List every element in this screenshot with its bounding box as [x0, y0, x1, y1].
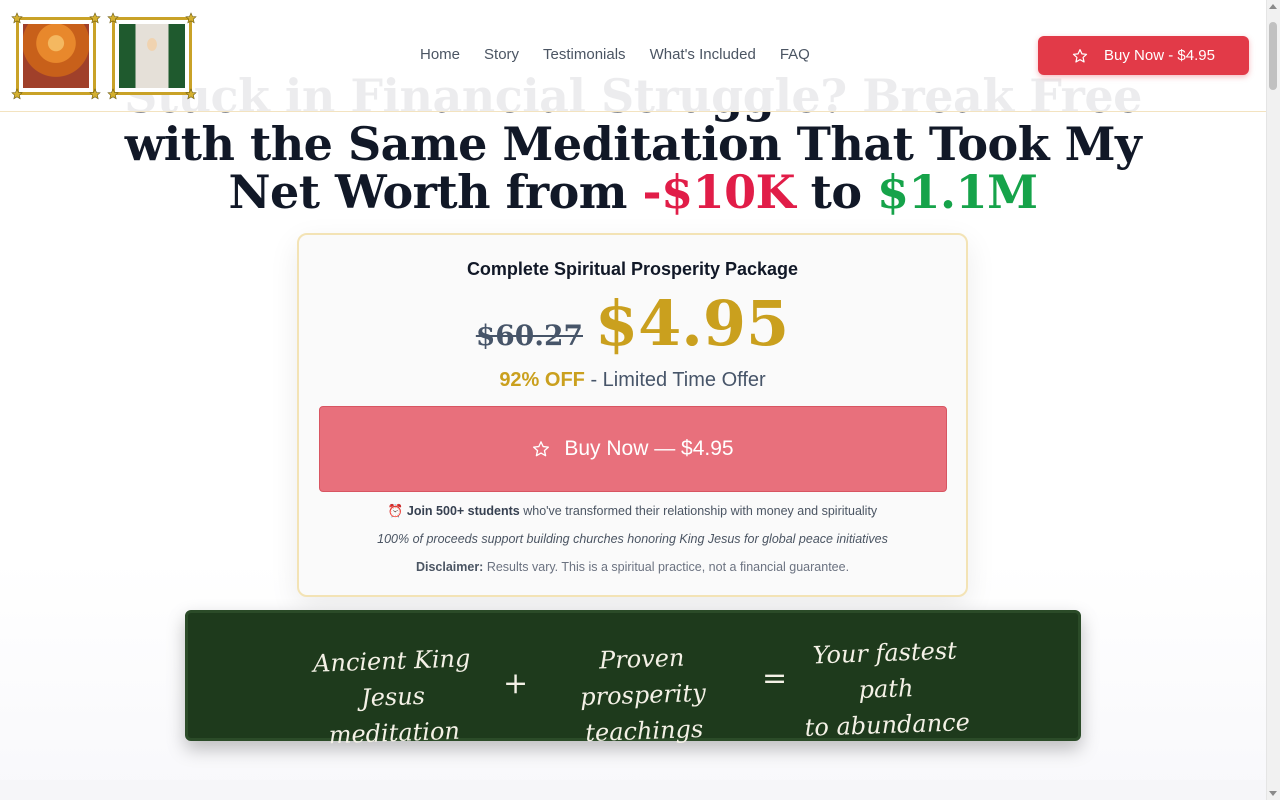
chalkboard-equation: Ancient King Jesus meditation + Proven p… [185, 610, 1081, 749]
header-buy-label: Buy Now - $4.95 [1104, 47, 1215, 64]
package-title: Complete Spiritual Prosperity Package [466, 259, 799, 279]
page-scrollbar[interactable] [1266, 0, 1280, 800]
disclaimer-text: Results vary. This is a spiritual practi… [483, 560, 850, 574]
scroll-down-icon[interactable] [1269, 791, 1277, 796]
star-icon [107, 88, 119, 100]
pricing-card: Complete Spiritual Prosperity Package $6… [297, 233, 968, 597]
star-icon [533, 441, 550, 457]
star-icon [1072, 48, 1088, 63]
headline-to-value: $1.1M [877, 165, 1038, 219]
disclaimer-label: Disclaimer: [415, 560, 484, 574]
price-row: $60.27 $4.95 [299, 287, 966, 360]
sale-price: $4.95 [595, 287, 790, 360]
nav-whats-included[interactable]: What's Included [650, 46, 756, 66]
star-icon [185, 88, 197, 100]
chalk-term-1: Ancient King Jesus meditation [291, 640, 495, 755]
students-count: Join 500+ students [406, 504, 520, 518]
scrollbar-thumb[interactable] [1269, 22, 1277, 90]
star-icon [89, 12, 101, 24]
portrait-jesus-statue [107, 12, 197, 100]
chalk-term-1-line-1: Ancient King Jesus [312, 644, 471, 713]
headline-from-value: -$10K [642, 165, 796, 219]
card-buy-label: Buy Now — $4.95 [564, 437, 734, 460]
next-section-edge [0, 780, 1266, 800]
star-icon [89, 88, 101, 100]
site-header: Home Story Testimonials What's Included … [0, 0, 1266, 112]
chalk-result-line-2: to abundance [804, 708, 971, 742]
nav-home[interactable]: Home [420, 46, 460, 66]
star-icon [11, 12, 23, 24]
star-icon [185, 12, 197, 24]
portrait-image-2 [119, 24, 185, 88]
chalk-term-1-line-2: meditation [328, 716, 461, 750]
original-price: $60.27 [475, 319, 583, 352]
students-note: ⏰ Join 500+ students who've transformed … [299, 504, 966, 519]
chalk-plus: + [503, 666, 529, 701]
discount-suffix: - Limited Time Offer [584, 369, 766, 391]
header-buy-button[interactable]: Buy Now - $4.95 [1038, 36, 1249, 75]
disclaimer: Disclaimer: Results vary. This is a spir… [299, 560, 966, 574]
discount-line: 92% OFF - Limited Time Offer [299, 369, 966, 392]
nav-story[interactable]: Story [484, 46, 519, 66]
students-text: who've transformed their relationship wi… [519, 504, 878, 518]
star-icon [11, 88, 23, 100]
card-buy-button[interactable]: Buy Now — $4.95 [319, 406, 947, 492]
chalk-equals: = [762, 661, 788, 696]
star-icon [107, 12, 119, 24]
main-nav: Home Story Testimonials What's Included … [420, 46, 810, 66]
portrait-image-1 [23, 24, 89, 88]
chalk-result-line-1: Your fastest path [812, 636, 958, 704]
headline-to-word: to [795, 165, 878, 219]
nav-testimonials[interactable]: Testimonials [543, 46, 626, 66]
chalk-term-2: Proven prosperity teachings [531, 637, 755, 753]
portrait-meditating-figure [11, 12, 101, 100]
headline-prefix: Net Worth from [228, 165, 643, 219]
scroll-up-icon[interactable] [1269, 4, 1277, 9]
nav-faq[interactable]: FAQ [780, 46, 810, 66]
proceeds-note: 100% of proceeds support building church… [377, 532, 888, 546]
headline-line-2: with the Same Meditation That Took My [124, 117, 1142, 171]
chalk-term-2-line-2: prosperity teachings [579, 678, 707, 748]
chalk-result: Your fastest path to abundance [784, 632, 988, 747]
alarm-clock-icon: ⏰ [387, 504, 404, 518]
discount-percent: 92% OFF [499, 369, 585, 391]
headline-line-3: Net Worth from -$10K to $1.1M [0, 168, 1266, 216]
